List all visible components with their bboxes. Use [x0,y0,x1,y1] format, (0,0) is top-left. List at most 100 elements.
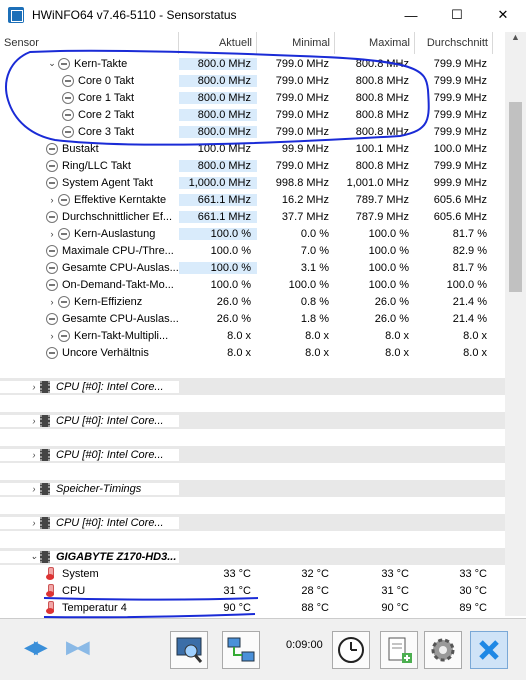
sensor-circle-icon [62,74,74,87]
col-avg[interactable]: Durchschnitt [415,32,493,54]
table-row[interactable]: System 33 °C 32 °C 33 °C 33 °C [0,565,505,582]
col-max[interactable]: Maximal [335,32,415,54]
sensor-circle-icon [46,244,58,257]
clock-button[interactable] [332,631,370,669]
avg-value: 799.9 MHz [433,74,487,87]
table-row[interactable]: Core 3 Takt 800.0 MHz 799.0 MHz 800.8 MH… [0,123,505,140]
sensor-circle-icon [58,295,70,308]
table-row[interactable]: Maximale CPU-/Thre... 100.0 % 7.0 % 100.… [0,242,505,259]
current-value: 800.0 MHz [179,125,257,138]
expand-chevron-icon[interactable]: › [46,195,58,205]
table-row[interactable]: On-Demand-Takt-Mo... 100.0 % 100.0 % 100… [0,276,505,293]
avg-value: 21.4 % [452,295,487,308]
clock-icon [338,637,364,663]
group-header[interactable]: › CPU [#0]: Intel Core... [0,412,505,429]
expand-chevron-icon[interactable]: › [28,450,40,460]
double-arrow-dim-icon[interactable]: ▶◀ [66,637,90,658]
table-row[interactable]: Temperatur 4 90 °C 88 °C 90 °C 89 °C [0,599,505,616]
max-value: 787.9 MHz [355,210,409,223]
chip-icon [40,550,50,563]
window-title: HWiNFO64 v7.46-5110 - Sensorstatus [32,8,237,22]
sensor-circle-icon [46,159,58,172]
current-value: 31 °C [223,584,251,597]
table-row[interactable]: Durchschnittlicher Ef... 661.1 MHz 37.7 … [0,208,505,225]
avg-value: 82.9 % [452,244,487,257]
table-row[interactable]: System Agent Takt 1,000.0 MHz 998.8 MHz … [0,174,505,191]
sensor-circle-icon [62,91,74,104]
max-value: 800.8 MHz [355,108,409,121]
sensor-name: Gesamte CPU-Auslas... [62,312,179,325]
minimize-button[interactable]: — [388,0,434,30]
max-value: 800.8 MHz [355,74,409,87]
settings-button[interactable] [424,631,462,669]
sensor-name: Core 0 Takt [78,74,135,87]
min-value: 0.0 % [300,227,329,240]
table-row[interactable]: › Effektive Kerntakte 661.1 MHz 16.2 MHz … [0,191,505,208]
sensor-name: Bustakt [62,142,99,155]
title-bar: HWiNFO64 v7.46-5110 - Sensorstatus — ☐ ✕ [0,0,526,30]
group-header[interactable]: › CPU [#0]: Intel Core... [0,378,505,395]
scroll-thumb[interactable] [509,102,522,292]
col-sensor[interactable]: Sensor [0,32,179,54]
maximize-button[interactable]: ☐ [434,0,480,30]
max-value: 800.8 MHz [355,91,409,104]
table-row[interactable]: Uncore Verhältnis 8.0 x 8.0 x 8.0 x 8.0 … [0,344,505,361]
expand-chevron-icon[interactable]: › [28,382,40,392]
monitor-search-button[interactable] [170,631,208,669]
expand-chevron-icon[interactable]: › [46,297,58,307]
max-value: 100.0 % [368,278,409,291]
add-report-button[interactable] [380,631,418,669]
min-value: 16.2 MHz [281,193,329,206]
table-row[interactable]: › Kern-Takt-Multipli... 8.0 x 8.0 x 8.0 x… [0,327,505,344]
avg-value: 799.9 MHz [433,125,487,138]
group-header[interactable]: › Speicher-Timings [0,480,505,497]
close-button[interactable]: ✕ [480,0,526,30]
group-header[interactable]: › CPU [#0]: Intel Core... [0,514,505,531]
table-row[interactable]: Core 2 Takt 800.0 MHz 799.0 MHz 800.8 MH… [0,106,505,123]
expand-chevron-icon[interactable]: › [46,229,58,239]
table-row[interactable]: › Kern-Effizienz 26.0 % 0.8 % 26.0 % 21.4… [0,293,505,310]
max-value: 8.0 x [385,329,409,342]
avg-value: 8.0 x [463,346,487,359]
current-value: 100.0 % [179,261,257,274]
network-button[interactable] [222,631,260,669]
group-name: CPU [#0]: Intel Core... [56,380,164,393]
elapsed-time: 0:09:00 [286,639,323,651]
table-row[interactable]: Gesamte CPU-Auslas... 100.0 % 3.1 % 100.… [0,259,505,276]
table-row[interactable]: Ring/LLC Takt 800.0 MHz 799.0 MHz 800.8 … [0,157,505,174]
expand-chevron-icon[interactable]: › [46,331,58,341]
close-sensors-button[interactable] [470,631,508,669]
table-row[interactable]: Core 1 Takt 800.0 MHz 799.0 MHz 800.8 MH… [0,89,505,106]
group-name: GIGABYTE Z170-HD3... [56,550,177,563]
avg-value: 799.9 MHz [433,159,487,172]
col-current[interactable]: Aktuell [179,32,257,54]
expand-chevron-icon[interactable]: › [28,484,40,494]
table-row[interactable]: Gesamte CPU-Auslas... 26.0 % 1.8 % 26.0 … [0,310,505,327]
scroll-up-icon[interactable]: ▲ [505,32,526,49]
table-row[interactable]: › Kern-Auslastung 100.0 % 0.0 % 100.0 % 8… [0,225,505,242]
group-header[interactable]: ⌄ GIGABYTE Z170-HD3... [0,548,505,565]
sensor-name: System [62,567,99,580]
network-icon [227,637,255,662]
vertical-scrollbar[interactable]: ▲ [505,32,526,616]
collapse-chevron-icon[interactable]: ⌄ [46,58,58,69]
table-row[interactable]: Core 0 Takt 800.0 MHz 799.0 MHz 800.8 MH… [0,72,505,89]
avg-value: 8.0 x [463,329,487,342]
min-value: 88 °C [301,601,329,614]
collapse-chevron-icon[interactable]: ⌄ [28,551,40,562]
gear-icon [431,638,455,662]
group-header[interactable]: › CPU [#0]: Intel Core... [0,446,505,463]
current-value: 26.0 % [216,295,251,308]
sensor-name: Kern-Takte [74,57,128,70]
table-row[interactable]: Bustakt 100.0 MHz 99.9 MHz 100.1 MHz 100… [0,140,505,157]
col-min[interactable]: Minimal [257,32,335,54]
table-row[interactable]: CPU 31 °C 28 °C 31 °C 30 °C [0,582,505,599]
expand-chevron-icon[interactable]: › [28,416,40,426]
current-value: 100.0 % [210,244,251,257]
expand-chevron-icon[interactable]: › [28,518,40,528]
min-value: 799.0 MHz [275,57,329,70]
double-arrow-icon[interactable]: ◀▶ [24,637,48,658]
group-name: CPU [#0]: Intel Core... [56,448,164,461]
sensor-name: Effektive Kerntakte [74,193,167,206]
table-row[interactable]: ⌄ Kern-Takte 800.0 MHz 799.0 MHz 800.8 MH… [0,55,505,72]
